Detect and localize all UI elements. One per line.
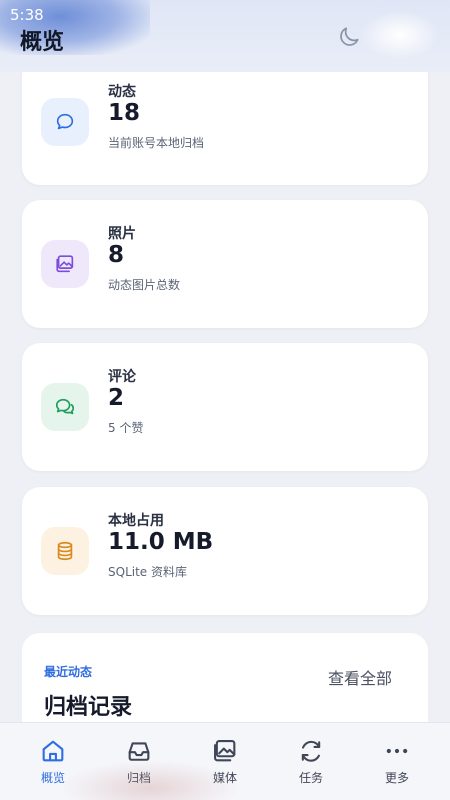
stat-value: 11.0 MB bbox=[108, 529, 214, 555]
chat-bubble-icon bbox=[56, 113, 74, 130]
posts-icon-box bbox=[41, 98, 89, 146]
status-bar-time: 5:38 bbox=[10, 6, 44, 24]
page-title: 概览 bbox=[20, 30, 65, 55]
nav-item-media[interactable]: 媒体 bbox=[180, 723, 270, 800]
image-icon bbox=[56, 255, 74, 273]
comments-icon-box bbox=[41, 383, 89, 431]
stat-label: 动态 bbox=[108, 84, 136, 100]
view-all-link[interactable]: 查看全部 bbox=[328, 665, 392, 689]
storage-icon-box bbox=[41, 527, 89, 575]
stat-subtitle: 当前账号本地归档 bbox=[108, 136, 205, 150]
stat-label: 本地占用 bbox=[108, 513, 164, 529]
home-icon bbox=[42, 740, 64, 762]
stat-value: 2 bbox=[108, 385, 125, 411]
header-glow-right bbox=[360, 10, 440, 60]
theme-toggle-button[interactable] bbox=[336, 24, 362, 50]
recent-title: 归档记录 bbox=[44, 695, 133, 720]
nav-label: 归档 bbox=[126, 771, 151, 785]
more-icon bbox=[386, 748, 408, 754]
database-icon bbox=[57, 541, 73, 561]
nav-item-tasks[interactable]: 任务 bbox=[266, 723, 356, 800]
image-icon bbox=[214, 740, 236, 762]
recent-kicker: 最近动态 bbox=[44, 665, 93, 679]
inbox-icon bbox=[128, 742, 150, 761]
nav-label: 任务 bbox=[298, 771, 323, 785]
nav-item-archive[interactable]: 归档 bbox=[94, 723, 184, 800]
chat-bubbles-icon bbox=[55, 398, 75, 415]
bottom-navigation: 概览 归档 媒体 任务 更多 bbox=[0, 722, 450, 800]
stat-subtitle: 5 个赞 bbox=[108, 421, 144, 435]
photos-icon-box bbox=[41, 240, 89, 288]
stat-label: 评论 bbox=[108, 369, 136, 385]
nav-label: 概览 bbox=[40, 771, 65, 785]
stat-card-comments[interactable]: 评论 2 5 个赞 bbox=[22, 343, 428, 471]
nav-item-more[interactable]: 更多 bbox=[352, 723, 442, 800]
refresh-icon bbox=[301, 740, 321, 762]
stat-card-photos[interactable]: 照片 8 动态图片总数 bbox=[22, 200, 428, 328]
nav-label: 媒体 bbox=[212, 771, 237, 785]
nav-item-overview[interactable]: 概览 bbox=[8, 723, 98, 800]
stat-card-posts[interactable]: 动态 18 当前账号本地归档 bbox=[22, 58, 428, 185]
stat-card-storage[interactable]: 本地占用 11.0 MB SQLite 资料库 bbox=[22, 487, 428, 615]
moon-icon bbox=[340, 27, 359, 46]
stat-subtitle: 动态图片总数 bbox=[108, 278, 181, 292]
nav-label: 更多 bbox=[384, 771, 409, 785]
stat-subtitle: SQLite 资料库 bbox=[108, 565, 187, 579]
stat-label: 照片 bbox=[108, 226, 136, 242]
stat-value: 8 bbox=[108, 242, 125, 268]
stat-value: 18 bbox=[108, 100, 141, 126]
